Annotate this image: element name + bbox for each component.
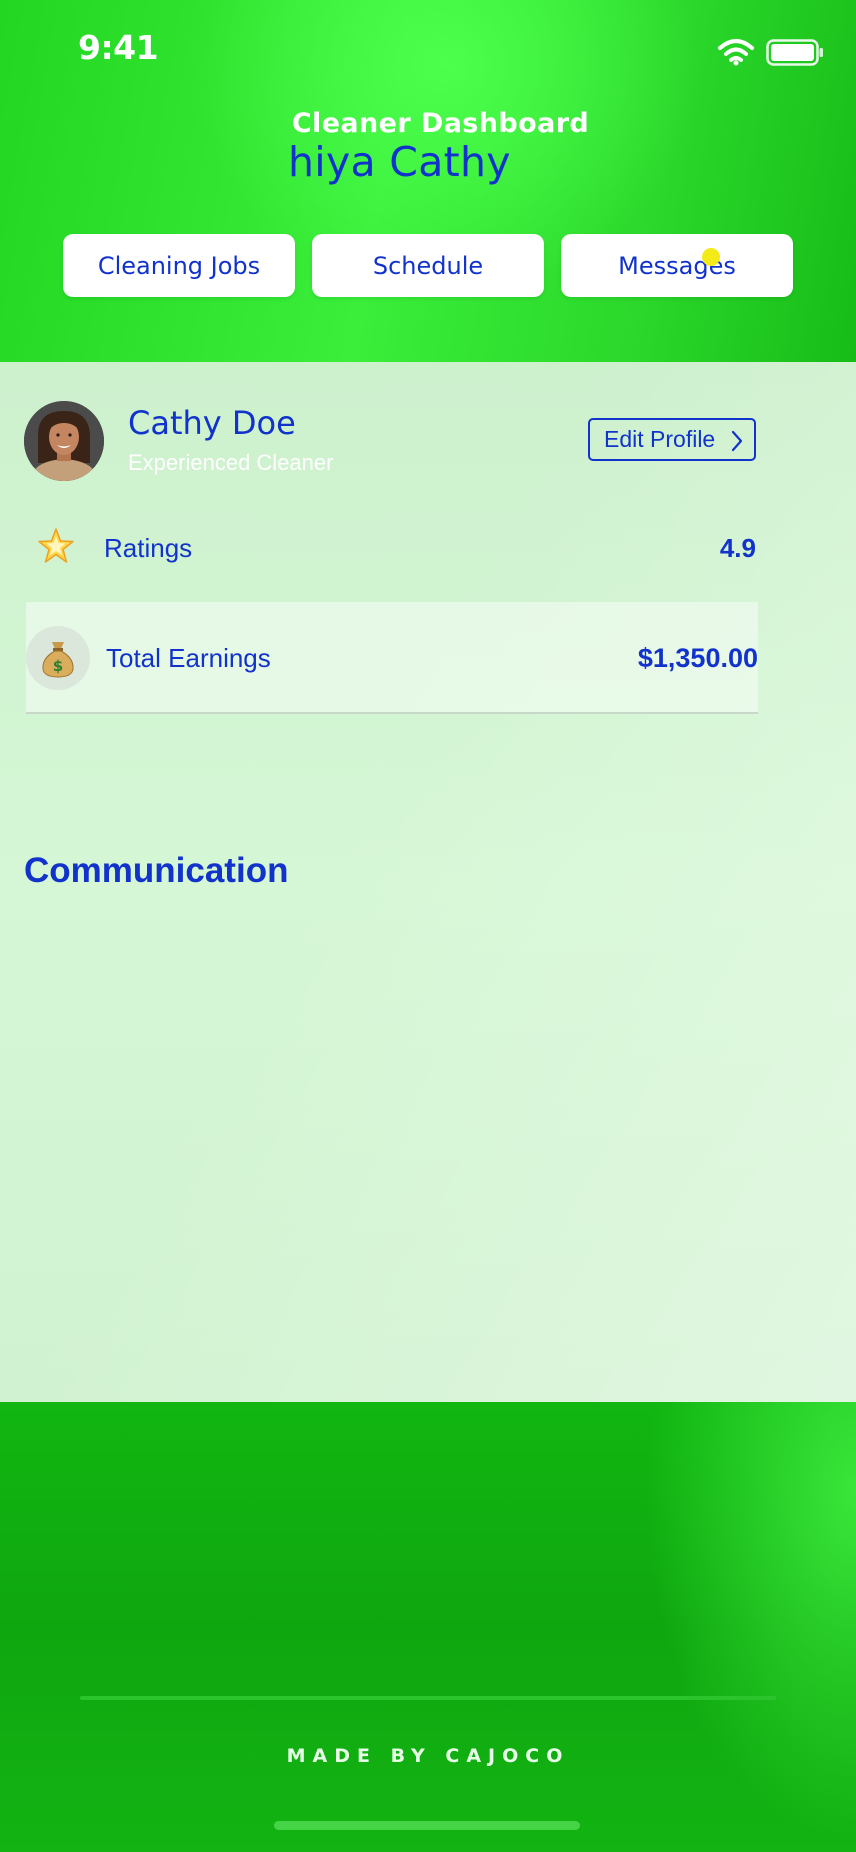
profile-role: Experienced Cleaner — [128, 450, 334, 475]
earnings-label: Total Earnings — [106, 643, 271, 673]
ratings-label: Ratings — [104, 533, 193, 563]
footer-divider — [80, 1696, 776, 1700]
status-bar-time: 9:41 — [78, 28, 159, 67]
earnings-value: $1,350.00 — [637, 643, 758, 673]
avatar-photo — [24, 401, 104, 481]
profile-name: Cathy Doe — [128, 404, 296, 442]
wifi-icon — [718, 39, 754, 66]
communication-section-title: Communication — [24, 851, 289, 890]
avatar[interactable] — [24, 401, 104, 481]
chevron-right-icon — [731, 430, 743, 452]
money-bag-icon-container: $ — [26, 626, 90, 690]
battery-icon — [766, 39, 823, 66]
home-indicator[interactable] — [274, 1821, 580, 1830]
tab-messages[interactable]: Messages — [561, 234, 793, 297]
page-title: Cleaner Dashboard — [291, 108, 590, 139]
tab-schedule[interactable]: Schedule — [312, 234, 544, 297]
notification-dot — [702, 248, 720, 266]
greeting-text: hiya Cathy — [288, 138, 511, 186]
money-bag-icon: $ — [42, 642, 74, 678]
footer-bar — [0, 1402, 856, 1852]
ratings-value: 4.9 — [719, 533, 756, 563]
edit-profile-label: Edit Profile — [604, 426, 716, 452]
tab-cleaning-jobs[interactable]: Cleaning Jobs — [63, 234, 295, 297]
footer-credit: MADE BY CAJOCO — [286, 1745, 570, 1767]
star-icon — [38, 528, 74, 563]
svg-text:$: $ — [53, 657, 63, 675]
edit-profile-button[interactable]: Edit Profile — [588, 418, 756, 461]
